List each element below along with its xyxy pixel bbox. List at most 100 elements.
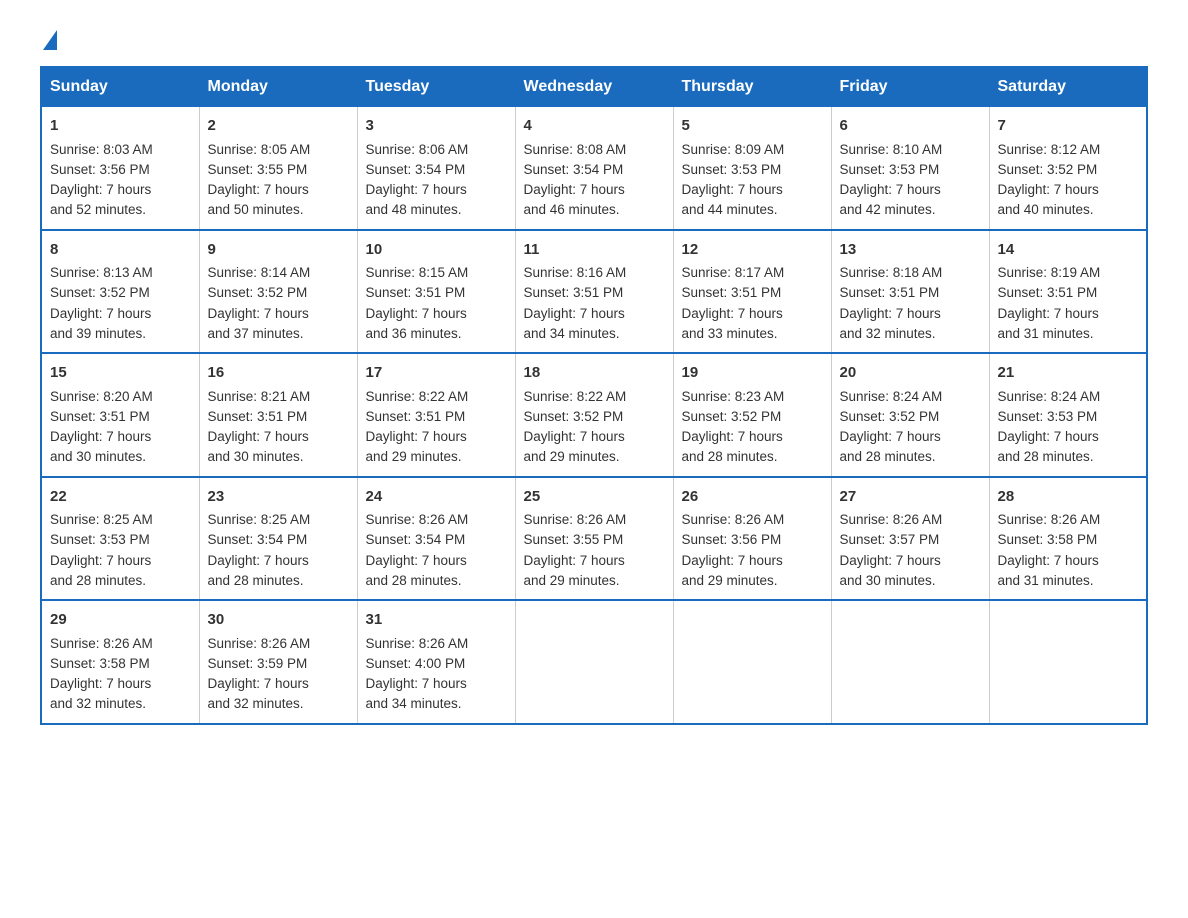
daylight-label: Daylight: 7 hours [50, 676, 151, 691]
sunrise-label: Sunrise: 8:26 AM [366, 636, 469, 651]
calendar-cell: 6Sunrise: 8:10 AMSunset: 3:53 PMDaylight… [831, 107, 989, 230]
sunrise-label: Sunrise: 8:26 AM [682, 512, 785, 527]
calendar-cell: 13Sunrise: 8:18 AMSunset: 3:51 PMDayligh… [831, 230, 989, 354]
calendar-cell: 9Sunrise: 8:14 AMSunset: 3:52 PMDaylight… [199, 230, 357, 354]
calendar-cell: 15Sunrise: 8:20 AMSunset: 3:51 PMDayligh… [41, 353, 199, 477]
day-number: 15 [50, 362, 191, 385]
day-number: 24 [366, 486, 507, 509]
sunrise-label: Sunrise: 8:24 AM [840, 389, 943, 404]
sunset-label: Sunset: 3:51 PM [998, 285, 1098, 300]
sunrise-label: Sunrise: 8:24 AM [998, 389, 1101, 404]
daylight-minutes: and 28 minutes. [366, 573, 462, 588]
day-number: 29 [50, 609, 191, 632]
daylight-minutes: and 29 minutes. [366, 449, 462, 464]
daylight-minutes: and 29 minutes. [524, 449, 620, 464]
calendar-cell: 26Sunrise: 8:26 AMSunset: 3:56 PMDayligh… [673, 477, 831, 601]
sunset-label: Sunset: 3:51 PM [840, 285, 940, 300]
day-of-week-header: Wednesday [515, 67, 673, 107]
daylight-minutes: and 30 minutes. [208, 449, 304, 464]
daylight-label: Daylight: 7 hours [524, 306, 625, 321]
daylight-minutes: and 28 minutes. [998, 449, 1094, 464]
day-number: 13 [840, 239, 981, 262]
calendar-cell: 2Sunrise: 8:05 AMSunset: 3:55 PMDaylight… [199, 107, 357, 230]
day-number: 25 [524, 486, 665, 509]
days-of-week-row: SundayMondayTuesdayWednesdayThursdayFrid… [41, 67, 1147, 107]
day-number: 4 [524, 115, 665, 138]
sunrise-label: Sunrise: 8:05 AM [208, 142, 311, 157]
daylight-label: Daylight: 7 hours [50, 429, 151, 444]
daylight-label: Daylight: 7 hours [524, 182, 625, 197]
daylight-label: Daylight: 7 hours [366, 553, 467, 568]
calendar-week-row: 22 Sunrise: 8:25 AM Sunset: 3:53 PM Dayligh… [41, 477, 1147, 601]
sunset-label: Sunset: 3:51 PM [366, 409, 466, 424]
calendar-cell: 12Sunrise: 8:17 AMSunset: 3:51 PMDayligh… [673, 230, 831, 354]
day-number: 21 [998, 362, 1139, 385]
sunset-label: Sunset: 3:59 PM [208, 656, 308, 671]
day-number: 12 [682, 239, 823, 262]
daylight-label: Daylight: 7 hours [366, 676, 467, 691]
calendar-cell: 27Sunrise: 8:26 AMSunset: 3:57 PMDayligh… [831, 477, 989, 601]
daylight-label: Daylight: 7 hours [998, 306, 1099, 321]
sunrise-label: Sunrise: 8:16 AM [524, 265, 627, 280]
sunset-label: Sunset: 3:51 PM [682, 285, 782, 300]
daylight-minutes: and 48 minutes. [366, 202, 462, 217]
daylight-minutes: and 28 minutes. [50, 573, 146, 588]
daylight-minutes: and 37 minutes. [208, 326, 304, 341]
sunrise-label: Sunrise: 8:26 AM [50, 636, 153, 651]
calendar-cell: 24Sunrise: 8:26 AMSunset: 3:54 PMDayligh… [357, 477, 515, 601]
sunset-label: Sunset: 3:54 PM [208, 532, 308, 547]
calendar-cell: 8Sunrise: 8:13 AMSunset: 3:52 PMDaylight… [41, 230, 199, 354]
daylight-minutes: and 52 minutes. [50, 202, 146, 217]
sunrise-label: Sunrise: 8:26 AM [998, 512, 1101, 527]
day-number: 31 [366, 609, 507, 632]
daylight-label: Daylight: 7 hours [840, 306, 941, 321]
day-of-week-header: Tuesday [357, 67, 515, 107]
sunrise-label: Sunrise: 8:09 AM [682, 142, 785, 157]
daylight-label: Daylight: 7 hours [366, 429, 467, 444]
daylight-label: Daylight: 7 hours [682, 553, 783, 568]
day-number: 14 [998, 239, 1139, 262]
day-number: 9 [208, 239, 349, 262]
sunset-label: Sunset: 3:52 PM [682, 409, 782, 424]
daylight-label: Daylight: 7 hours [998, 553, 1099, 568]
day-number: 22 [50, 486, 191, 509]
calendar-cell: 10Sunrise: 8:15 AMSunset: 3:51 PMDayligh… [357, 230, 515, 354]
sunrise-label: Sunrise: 8:12 AM [998, 142, 1101, 157]
sunrise-label: Sunrise: 8:20 AM [50, 389, 153, 404]
daylight-minutes: and 39 minutes. [50, 326, 146, 341]
sunrise-label: Sunrise: 8:17 AM [682, 265, 785, 280]
calendar-cell: 28Sunrise: 8:26 AMSunset: 3:58 PMDayligh… [989, 477, 1147, 601]
daylight-minutes: and 40 minutes. [998, 202, 1094, 217]
sunset-label: Sunset: 3:56 PM [50, 162, 150, 177]
daylight-label: Daylight: 7 hours [840, 429, 941, 444]
calendar-cell [831, 600, 989, 724]
daylight-minutes: and 28 minutes. [840, 449, 936, 464]
calendar-cell: 20Sunrise: 8:24 AMSunset: 3:52 PMDayligh… [831, 353, 989, 477]
calendar-cell: 19Sunrise: 8:23 AMSunset: 3:52 PMDayligh… [673, 353, 831, 477]
sunrise-label: Sunrise: 8:21 AM [208, 389, 311, 404]
sunset-label: Sunset: 3:53 PM [50, 532, 150, 547]
daylight-label: Daylight: 7 hours [682, 182, 783, 197]
day-number: 17 [366, 362, 507, 385]
daylight-label: Daylight: 7 hours [50, 182, 151, 197]
day-number: 1 [50, 115, 191, 138]
day-number: 26 [682, 486, 823, 509]
daylight-label: Daylight: 7 hours [208, 553, 309, 568]
daylight-label: Daylight: 7 hours [50, 306, 151, 321]
daylight-label: Daylight: 7 hours [840, 553, 941, 568]
daylight-minutes: and 32 minutes. [208, 696, 304, 711]
day-number: 20 [840, 362, 981, 385]
sunrise-label: Sunrise: 8:26 AM [524, 512, 627, 527]
sunrise-label: Sunrise: 8:25 AM [50, 512, 153, 527]
sunset-label: Sunset: 3:51 PM [208, 409, 308, 424]
sunrise-label: Sunrise: 8:13 AM [50, 265, 153, 280]
day-of-week-header: Friday [831, 67, 989, 107]
calendar-cell: 11Sunrise: 8:16 AMSunset: 3:51 PMDayligh… [515, 230, 673, 354]
daylight-label: Daylight: 7 hours [366, 306, 467, 321]
calendar-cell [515, 600, 673, 724]
sunset-label: Sunset: 3:53 PM [682, 162, 782, 177]
daylight-minutes: and 29 minutes. [524, 573, 620, 588]
sunset-label: Sunset: 3:52 PM [524, 409, 624, 424]
daylight-label: Daylight: 7 hours [998, 429, 1099, 444]
calendar-cell: 4Sunrise: 8:08 AMSunset: 3:54 PMDaylight… [515, 107, 673, 230]
